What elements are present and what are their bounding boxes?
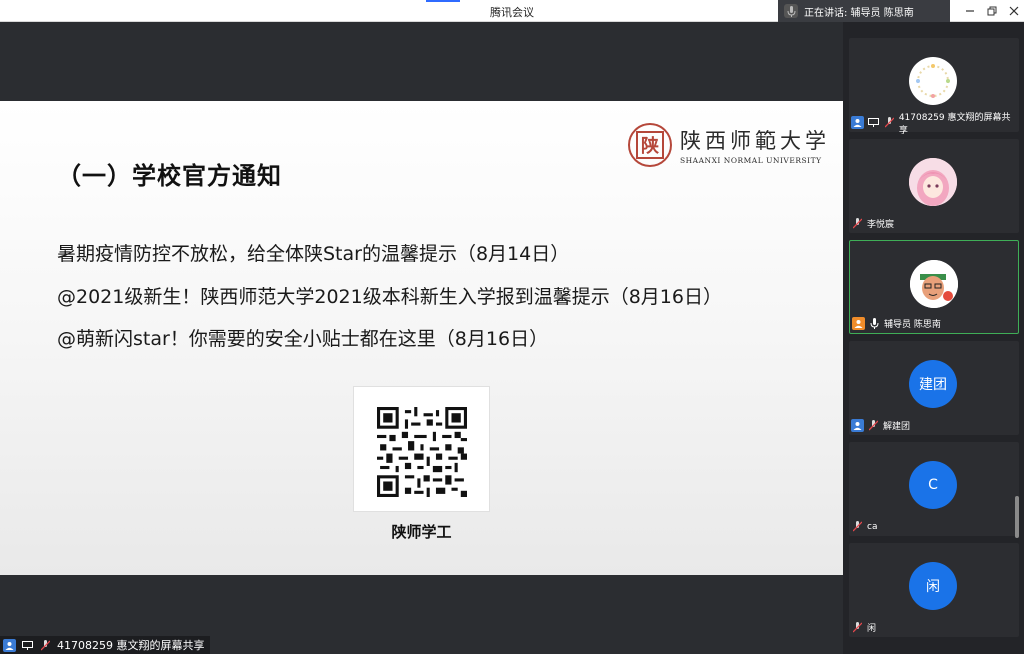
participant-avatar: C: [909, 461, 957, 509]
qr-code-card: [353, 386, 490, 512]
qr-caption: 陕师学工: [391, 523, 452, 541]
qr-code-icon: [377, 407, 467, 497]
screen-share-icon: [21, 639, 34, 652]
screen-share-icon: [867, 116, 880, 129]
participant-avatar: 闲: [909, 562, 957, 610]
mic-icon: [784, 4, 798, 18]
participants-panel: 41708259 惠文翔的屏幕共享 李悦宸 辅导员 陈思南 建团 解建团 C c…: [843, 22, 1024, 654]
university-logo: 陕 陕西师範大学 SHAANXI NORMAL UNIVERSITY: [628, 123, 830, 167]
notice-item: @萌新闪star！你需要的安全小贴士都在这里（8月16日）: [57, 328, 549, 350]
user-icon: [3, 638, 16, 652]
speaking-label: 正在讲话: 辅导员 陈思南: [804, 7, 914, 19]
mic-muted-icon: [851, 520, 864, 533]
user-icon: [851, 419, 864, 432]
mic-muted-icon: [39, 639, 52, 652]
participant-tile-active-speaker[interactable]: 辅导员 陈思南: [849, 240, 1019, 334]
speaking-indicator[interactable]: 正在讲话: 辅导员 陈思南: [778, 0, 950, 22]
screen-share-text: 41708259 惠文翔的屏幕共享: [57, 639, 205, 652]
participant-tile[interactable]: 李悦宸: [849, 139, 1019, 233]
participant-name: 41708259 惠文翔的屏幕共享: [898, 112, 1011, 136]
participant-tile[interactable]: C ca: [849, 442, 1019, 536]
slide-title: （一）学校官方通知: [57, 162, 282, 190]
title-accent: [426, 0, 460, 2]
screen-share-label: 41708259 惠文翔的屏幕共享: [0, 636, 211, 654]
participant-name: 辅导员 陈思南: [884, 320, 941, 330]
notice-item: @2021级新生！陕西师范大学2021级本科新生入学报到温馨提示（8月16日）: [57, 286, 722, 308]
notice-item: 暑期疫情防控不放松，给全体陕Star的温馨提示（8月14日）: [57, 243, 570, 265]
mic-muted-icon: [883, 116, 896, 129]
logo-chinese: 陕西师範大学: [680, 129, 830, 153]
minimize-icon[interactable]: [958, 0, 982, 22]
participant-name: ca: [867, 521, 878, 532]
participant-name: 闲: [867, 624, 877, 634]
university-seal-icon: 陕: [628, 123, 672, 167]
user-icon: [851, 116, 864, 129]
host-icon: [852, 317, 865, 330]
participant-name: 李悦宸: [867, 220, 895, 230]
mic-muted-icon: [867, 419, 880, 432]
participant-tile[interactable]: 建团 解建团: [849, 341, 1019, 435]
close-icon[interactable]: [1002, 0, 1024, 22]
mic-muted-icon: [851, 621, 864, 634]
mic-muted-icon: [851, 217, 864, 230]
presentation-slide: 陕 陕西师範大学 SHAANXI NORMAL UNIVERSITY （一）学校…: [0, 101, 843, 575]
wreath-avatar-icon: [909, 57, 957, 105]
mic-active-icon: [868, 317, 881, 330]
logo-english: SHAANXI NORMAL UNIVERSITY: [680, 156, 822, 165]
participant-tile[interactable]: 41708259 惠文翔的屏幕共享: [849, 38, 1019, 136]
participant-avatar: 建团: [909, 360, 957, 408]
panel-scrollbar[interactable]: [1015, 496, 1019, 538]
shared-screen: 陕 陕西师範大学 SHAANXI NORMAL UNIVERSITY （一）学校…: [0, 22, 843, 654]
restore-icon[interactable]: [980, 0, 1004, 22]
cartoon-avatar-icon: [910, 260, 958, 308]
participant-name: 解建团: [883, 422, 911, 432]
participant-tile[interactable]: 闲 闲: [849, 543, 1019, 637]
anime-girl-avatar-icon: [909, 158, 957, 206]
